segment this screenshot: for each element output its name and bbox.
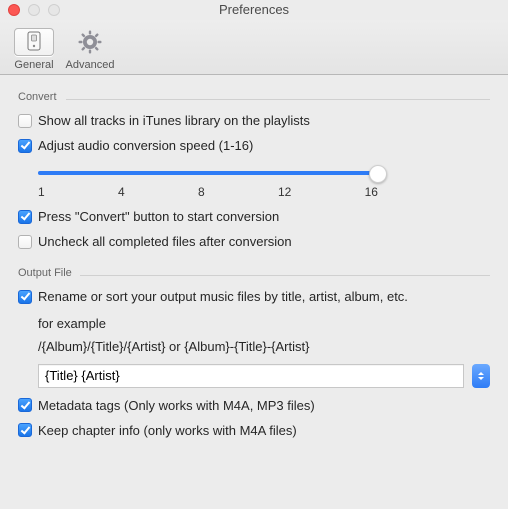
slider-ticks: 1 4 8 12 16 <box>38 185 378 199</box>
rename-row[interactable]: Rename or sort your output music files b… <box>18 289 490 304</box>
metadata-row[interactable]: Metadata tags (Only works with M4A, MP3 … <box>18 398 490 413</box>
tick-1: 1 <box>38 185 45 199</box>
gear-icon <box>77 29 103 58</box>
convert-section: Convert Show all tracks in iTunes librar… <box>18 91 490 249</box>
chapter-checkbox[interactable] <box>18 423 32 437</box>
tick-4: 4 <box>118 185 125 199</box>
convert-title: Convert <box>18 91 490 103</box>
minimize-button[interactable] <box>28 4 40 16</box>
content: Convert Show all tracks in iTunes librar… <box>0 75 508 438</box>
rename-example-1: for example <box>38 314 490 335</box>
switch-icon <box>25 31 43 54</box>
rename-label: Rename or sort your output music files b… <box>38 289 408 304</box>
rename-pattern-input[interactable] <box>38 364 464 388</box>
show-all-tracks-label: Show all tracks in iTunes library on the… <box>38 113 310 128</box>
tab-general-label: General <box>14 59 53 71</box>
uncheck-completed-checkbox[interactable] <box>18 235 32 249</box>
zoom-button[interactable] <box>48 4 60 16</box>
close-button[interactable] <box>8 4 20 16</box>
chevron-down-icon <box>478 377 484 380</box>
slider-thumb[interactable] <box>369 165 387 183</box>
tick-8: 8 <box>198 185 205 199</box>
press-convert-checkbox[interactable] <box>18 210 32 224</box>
chevron-up-icon <box>478 372 484 375</box>
output-section: Output File Rename or sort your output m… <box>18 267 490 438</box>
tick-16: 16 <box>365 185 378 199</box>
window-controls <box>8 4 60 16</box>
chapter-row[interactable]: Keep chapter info (only works with M4A f… <box>18 423 490 438</box>
toolbar: General <box>0 20 508 75</box>
window-title: Preferences <box>0 0 508 20</box>
preferences-window: Preferences General <box>0 0 508 509</box>
uncheck-completed-label: Uncheck all completed files after conver… <box>38 234 292 249</box>
rename-checkbox[interactable] <box>18 290 32 304</box>
rename-pattern-row <box>38 364 490 388</box>
uncheck-completed-row[interactable]: Uncheck all completed files after conver… <box>18 234 490 249</box>
rename-token-menu-button[interactable] <box>472 364 490 388</box>
adjust-speed-checkbox[interactable] <box>18 139 32 153</box>
rename-example-2: /{Album}/{Title}/{Artist} or {Album}-{Ti… <box>38 337 490 358</box>
tab-general[interactable]: General <box>6 28 62 74</box>
speed-slider[interactable]: 1 4 8 12 16 <box>38 163 378 199</box>
show-all-tracks-row[interactable]: Show all tracks in iTunes library on the… <box>18 113 490 128</box>
adjust-speed-row[interactable]: Adjust audio conversion speed (1-16) <box>18 138 490 153</box>
titlebar: Preferences <box>0 0 508 20</box>
adjust-speed-label: Adjust audio conversion speed (1-16) <box>38 138 253 153</box>
press-convert-row[interactable]: Press "Convert" button to start conversi… <box>18 209 490 224</box>
tick-12: 12 <box>278 185 291 199</box>
metadata-checkbox[interactable] <box>18 398 32 412</box>
tab-advanced[interactable]: Advanced <box>62 30 118 74</box>
tab-advanced-label: Advanced <box>66 59 115 71</box>
show-all-tracks-checkbox[interactable] <box>18 114 32 128</box>
metadata-label: Metadata tags (Only works with M4A, MP3 … <box>38 398 315 413</box>
chapter-label: Keep chapter info (only works with M4A f… <box>38 423 297 438</box>
output-title: Output File <box>18 267 490 279</box>
slider-fill <box>38 171 378 175</box>
press-convert-label: Press "Convert" button to start conversi… <box>38 209 279 224</box>
